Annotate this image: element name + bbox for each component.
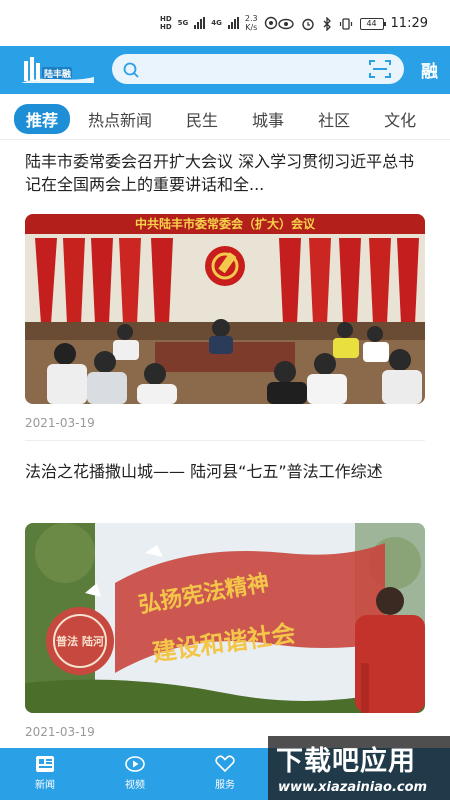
tab-community[interactable]: 社区 xyxy=(318,107,350,131)
svg-text:陆丰融: 陆丰融 xyxy=(44,68,71,80)
status-bar: HD HD 5G 4G 2.3 K/s 44 11:29 xyxy=(0,0,450,46)
divider xyxy=(25,440,425,441)
news-icon xyxy=(36,756,54,772)
tab-city[interactable]: 城事 xyxy=(252,107,284,131)
article-title[interactable]: 法治之花播撒山城—— 陆河县“七五”普法工作综述 xyxy=(25,460,425,483)
clock: 11:29 xyxy=(390,16,428,31)
app-logo[interactable]: 陆丰融 xyxy=(18,53,96,87)
hotspot-icon xyxy=(264,16,277,30)
signal-icon xyxy=(227,17,239,29)
article-date: 2021-03-19 xyxy=(25,416,95,430)
network-speed: 2.3 K/s xyxy=(244,14,258,32)
article-image[interactable]: 弘扬宪法精神 建设和谐社会 普法 陆河 xyxy=(25,523,425,713)
svg-text:普法 陆河: 普法 陆河 xyxy=(56,634,104,648)
article-title[interactable]: 陆丰市委常委会召开扩大会议 深入学习贯彻习近平总书记在全国两会上的重要讲话和全.… xyxy=(25,150,425,196)
network-status: HD HD 5G 4G 2.3 K/s xyxy=(160,14,278,32)
divider xyxy=(0,139,450,140)
article-date: 2021-03-19 xyxy=(25,725,95,739)
tab-hot-news[interactable]: 热点新闻 xyxy=(88,107,152,131)
billboard-photo: 弘扬宪法精神 建设和谐社会 普法 陆河 xyxy=(25,523,425,713)
article-image[interactable]: 中共陆丰市委常委会（扩大）会议 xyxy=(25,214,425,404)
watermark-title: 下载吧应用 xyxy=(276,746,416,777)
search-bar[interactable] xyxy=(112,54,404,84)
signal-icon xyxy=(194,17,206,29)
nav-video[interactable]: 视频 xyxy=(110,754,160,791)
category-tabs: 推荐 热点新闻 民生 城事 社区 文化 xyxy=(0,100,450,138)
hd-badge: HD xyxy=(160,15,172,23)
battery-icon: 44 xyxy=(359,17,386,30)
eye-icon xyxy=(277,18,294,29)
service-icon xyxy=(215,755,235,773)
tab-livelihood[interactable]: 民生 xyxy=(186,107,218,131)
nav-label: 服务 xyxy=(215,780,235,791)
hd-badge: HD xyxy=(160,23,172,31)
tab-recommend[interactable]: 推荐 xyxy=(14,104,71,134)
bluetooth-icon xyxy=(323,16,331,31)
watermark: 下载吧应用 www.xiazainiao.com xyxy=(268,736,450,800)
nav-label: 新闻 xyxy=(35,780,55,791)
nav-news[interactable]: 新闻 xyxy=(20,754,70,791)
alarm-icon xyxy=(301,18,314,30)
nav-label: 视频 xyxy=(125,780,145,791)
network-type: 5G xyxy=(177,19,189,27)
watermark-url: www.xiazainiao.com xyxy=(278,780,428,795)
rong-button[interactable]: 融 xyxy=(421,57,438,82)
app-header: 陆丰融 融 xyxy=(0,46,450,94)
meeting-photo: 中共陆丰市委常委会（扩大）会议 xyxy=(25,214,425,404)
search-icon[interactable] xyxy=(122,61,140,79)
scan-icon[interactable] xyxy=(368,59,392,79)
vibrate-icon xyxy=(339,17,352,30)
svg-text:中共陆丰市委常委会（扩大）会议: 中共陆丰市委常委会（扩大）会议 xyxy=(135,216,316,231)
nav-service[interactable]: 服务 xyxy=(200,754,250,791)
tab-culture[interactable]: 文化 xyxy=(384,107,416,131)
video-icon xyxy=(125,756,145,772)
network-type: 4G xyxy=(211,19,222,27)
